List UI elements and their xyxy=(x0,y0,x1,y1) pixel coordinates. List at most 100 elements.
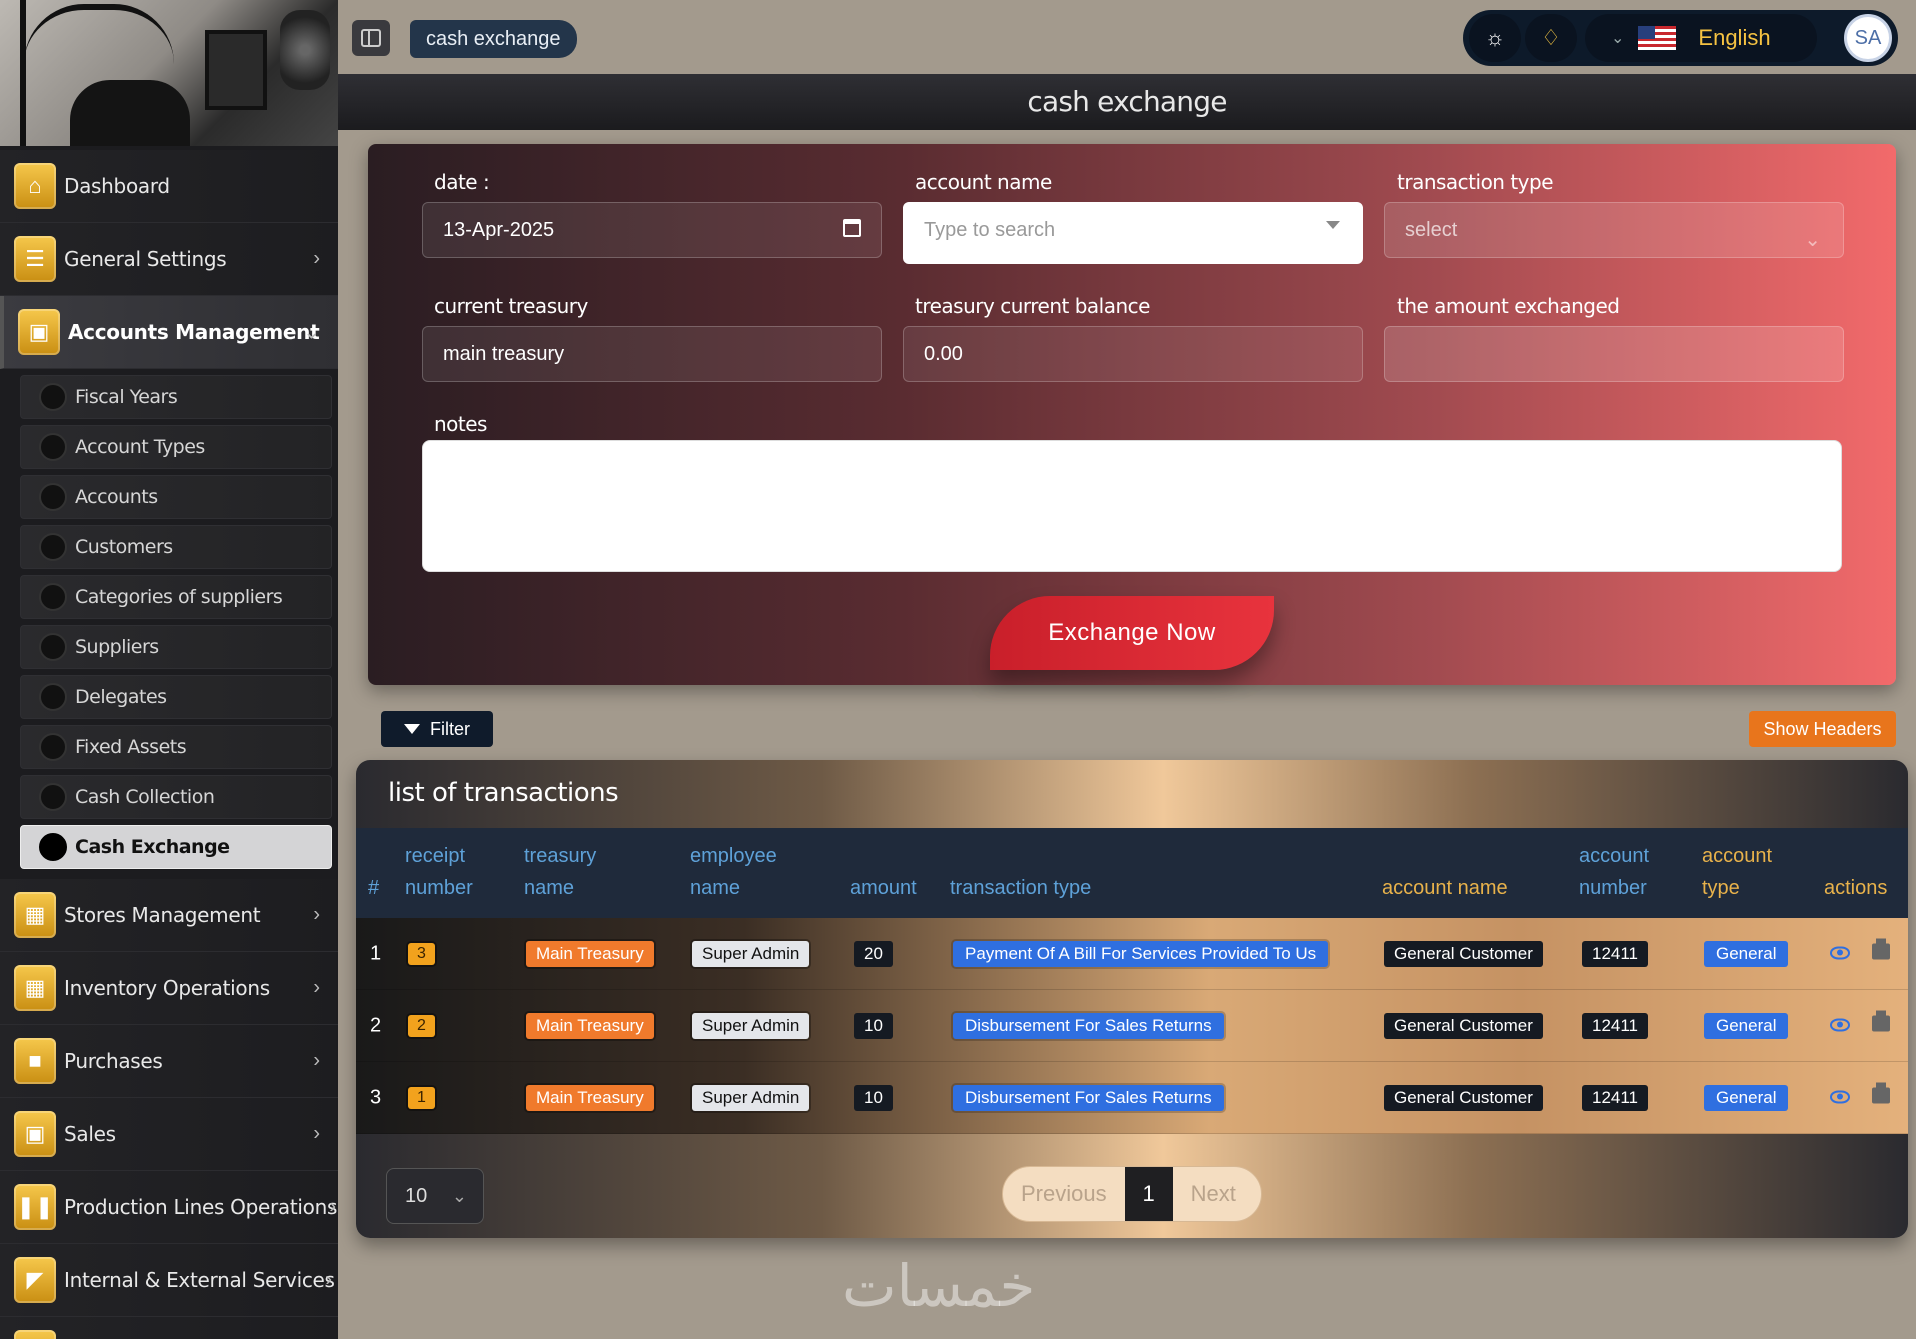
transactions-title: list of transactions xyxy=(388,778,619,808)
notes-textarea[interactable] xyxy=(422,440,1842,572)
account-name-badge: General Customer xyxy=(1384,940,1543,967)
per-page-select[interactable]: 10 ⌄ xyxy=(386,1168,484,1224)
transaction-type-select[interactable]: select ⌄ xyxy=(1384,202,1844,258)
th-account-type[interactable]: account type xyxy=(1702,840,1792,904)
th-amount[interactable]: amount xyxy=(850,872,917,904)
cart-icon: ▣ xyxy=(14,1111,56,1157)
sidebar-item-purchases[interactable]: ■ Purchases › xyxy=(0,1025,338,1098)
employee-badge: Super Admin xyxy=(692,1084,810,1111)
transactions-card: list of transactions # receipt number tr… xyxy=(356,760,1908,1238)
view-button[interactable] xyxy=(1830,943,1850,964)
submenu-item-fiscal-years[interactable]: Fiscal Years xyxy=(20,375,332,419)
sidebar-item-label: Internal & External Services xyxy=(64,1268,335,1292)
current-treasury-label: current treasury xyxy=(434,294,588,318)
eye-icon xyxy=(1830,1018,1850,1031)
eye-icon xyxy=(1830,946,1850,959)
sidebar-item-stores-management[interactable]: ▦ Stores Management › xyxy=(0,879,338,952)
circle-icon xyxy=(39,433,67,461)
th-account-name[interactable]: account name xyxy=(1382,872,1508,904)
submenu-item-fixed-assets[interactable]: Fixed Assets xyxy=(20,725,332,769)
sidebar-item-label: Purchases xyxy=(64,1049,163,1073)
sidebar-toggle-icon xyxy=(361,29,381,47)
submenu-item-delegates[interactable]: Delegates xyxy=(20,675,332,719)
submenu-item-label: Categories of suppliers xyxy=(75,586,283,608)
receipt-badge: 2 xyxy=(408,1014,435,1037)
view-button[interactable] xyxy=(1830,1015,1850,1036)
submenu-item-suppliers[interactable]: Suppliers xyxy=(20,625,332,669)
submenu-item-categories-of-suppliers[interactable]: Categories of suppliers xyxy=(20,575,332,619)
th-transaction-type[interactable]: transaction type xyxy=(950,872,1091,904)
view-button[interactable] xyxy=(1830,1087,1850,1108)
account-name-badge: General Customer xyxy=(1384,1012,1543,1039)
current-treasury-field[interactable]: main treasury xyxy=(422,326,882,382)
account-type-badge: General xyxy=(1704,1012,1789,1039)
account-type-badge: General xyxy=(1704,1084,1789,1111)
submenu-item-label: Suppliers xyxy=(75,636,159,658)
account-number-badge: 12411 xyxy=(1582,1012,1649,1039)
receipt-badge: 1 xyxy=(408,1086,435,1109)
chevron-right-icon: › xyxy=(325,1268,332,1291)
chevron-right-icon: › xyxy=(313,1122,320,1145)
submenu-item-account-types[interactable]: Account Types xyxy=(20,425,332,469)
chevron-right-icon: › xyxy=(329,1195,336,1218)
show-headers-button[interactable]: Show Headers xyxy=(1749,711,1896,747)
exchange-now-button[interactable]: Exchange Now xyxy=(990,596,1274,670)
amount-badge: 10 xyxy=(854,1012,893,1039)
language-selector[interactable]: ⌄ English xyxy=(1585,14,1817,62)
sidebar-item-label: General Settings xyxy=(64,247,227,271)
menu-icon xyxy=(14,1330,56,1339)
next-page-button[interactable]: Next xyxy=(1173,1167,1254,1221)
theme-toggle-button[interactable]: ☼ xyxy=(1469,14,1521,62)
calendar-icon xyxy=(843,219,861,237)
transaction-type-badge: Disbursement For Sales Returns xyxy=(953,1084,1224,1111)
th-receipt-number[interactable]: receipt number xyxy=(405,840,495,904)
page-number-button[interactable]: 1 xyxy=(1124,1167,1173,1221)
sidebar-item-sales[interactable]: ▣ Sales › xyxy=(0,1098,338,1171)
sidebar-item-general-settings[interactable]: ☰ General Settings › xyxy=(0,223,338,296)
sidebar-item-production-lines-operations[interactable]: ❚❚ Production Lines Operations › xyxy=(0,1171,338,1244)
submenu-item-customers[interactable]: Customers xyxy=(20,525,332,569)
sidebar-item-dashboard[interactable]: ⌂ Dashboard xyxy=(0,150,338,223)
submenu-item-accounts[interactable]: Accounts xyxy=(20,475,332,519)
account-name-search-input[interactable]: Type to search xyxy=(903,202,1363,264)
date-field[interactable]: 13-Apr-2025 xyxy=(422,202,882,258)
bars-icon: ❚❚ xyxy=(14,1184,56,1230)
filter-button[interactable]: Filter xyxy=(381,711,493,747)
account-name-badge: General Customer xyxy=(1384,1084,1543,1111)
sidebar-item-label: Dashboard xyxy=(64,174,170,198)
treasury-badge: Main Treasury xyxy=(526,940,654,967)
print-button[interactable] xyxy=(1872,1010,1890,1036)
service-icon: ◤ xyxy=(14,1257,56,1303)
chevron-right-icon: › xyxy=(313,976,320,999)
dropdown-caret-icon xyxy=(1326,221,1340,229)
sidebar-item-inventory-operations[interactable]: ▦ Inventory Operations › xyxy=(0,952,338,1025)
breadcrumb[interactable]: cash exchange xyxy=(410,20,577,58)
submenu-item-cash-exchange[interactable]: Cash Exchange xyxy=(20,825,332,869)
transaction-type-badge: Payment Of A Bill For Services Provided … xyxy=(953,940,1329,967)
previous-page-button[interactable]: Previous xyxy=(1003,1167,1125,1221)
printer-icon xyxy=(1872,1010,1890,1031)
amount-badge: 20 xyxy=(854,940,893,967)
notifications-button[interactable]: ♢ xyxy=(1525,14,1577,62)
th-treasury-name[interactable]: treasury name xyxy=(524,840,624,904)
date-label: date : xyxy=(434,170,490,194)
amount-exchanged-input[interactable] xyxy=(1384,326,1844,382)
bag-icon: ■ xyxy=(14,1038,56,1084)
table-row: 1 3 Main Treasury Super Admin 20 Payment… xyxy=(356,918,1908,990)
chevron-down-icon: ⌄ xyxy=(303,321,320,344)
print-button[interactable] xyxy=(1872,1082,1890,1108)
sidebar-item-internal-external-services[interactable]: ◤ Internal & External Services › xyxy=(0,1244,338,1317)
treasury-balance-field[interactable]: 0.00 xyxy=(903,326,1363,382)
avatar[interactable]: SA xyxy=(1844,14,1892,62)
submenu-item-cash-collection[interactable]: Cash Collection xyxy=(20,775,332,819)
circle-icon xyxy=(39,583,67,611)
print-button[interactable] xyxy=(1872,938,1890,964)
sliders-icon: ☰ xyxy=(14,236,56,282)
submenu-item-label: Fixed Assets xyxy=(75,736,187,758)
th-account-number[interactable]: account number xyxy=(1579,840,1669,904)
sidebar-toggle-button[interactable] xyxy=(352,20,390,56)
th-employee-name[interactable]: employee name xyxy=(690,840,800,904)
sidebar-item-accounts-management[interactable]: ▣ Accounts Management ⌄ xyxy=(0,296,338,369)
building-icon: ▦ xyxy=(14,965,56,1011)
sidebar-item-more[interactable] xyxy=(0,1317,338,1339)
